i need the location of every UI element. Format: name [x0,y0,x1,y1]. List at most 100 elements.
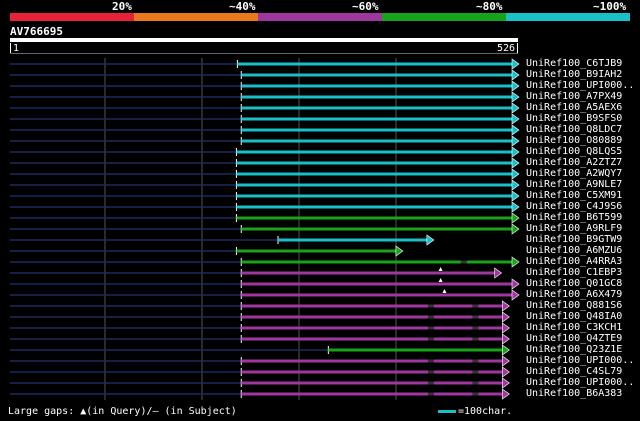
hit-row[interactable] [10,267,503,279]
hit-label[interactable]: UniRef100_B6A383 [526,388,622,399]
hit-arrow-head [511,113,520,125]
hit-arrow-head [511,201,520,213]
hit-arrow-head [502,311,510,323]
hit-label[interactable]: UniRef100_C5XM91 [526,190,622,201]
hit-label[interactable]: UniRef100_UPI000.. [526,377,634,388]
hit-row[interactable] [10,135,520,147]
hit-arrow-head [511,91,520,103]
hit-label[interactable]: UniRef100_B6T599 [526,212,622,223]
hit-arrow-head [395,245,404,257]
hit-arrow-head [511,212,520,224]
hit-row[interactable] [10,168,520,180]
hit-arrow-head [502,388,510,400]
scale-legend: =100char. [438,406,512,418]
hit-label[interactable]: UniRef100_A4RRA3 [526,256,622,267]
hit-row[interactable] [10,289,520,301]
hit-row[interactable] [10,102,520,114]
hit-row[interactable] [10,366,510,378]
hit-row[interactable] [10,80,520,92]
hit-row[interactable] [10,157,520,169]
hit-row[interactable] [10,212,520,224]
hit-arrow-head [511,223,520,235]
hit-row[interactable] [10,256,520,268]
hit-label[interactable]: UniRef100_C4SL79 [526,366,622,377]
hit-arrow-head [502,322,510,334]
hit-label[interactable]: UniRef100_Q881S6 [526,300,622,311]
hit-row[interactable] [10,355,510,367]
hit-row[interactable] [10,311,510,323]
hit-arrow-head [426,234,435,246]
hit-row[interactable] [10,113,520,125]
hit-row[interactable] [10,377,510,389]
hit-label[interactable]: UniRef100_Q01GC8 [526,278,622,289]
hit-arrow-head [511,124,520,136]
hit-label[interactable]: UniRef100_A9NLE7 [526,179,622,190]
hit-arrow-head [511,190,520,202]
hit-row[interactable] [10,322,510,334]
query-gap-mark [438,278,443,282]
hit-arrow-head [494,267,503,279]
hit-row[interactable] [10,333,510,345]
hit-label[interactable]: UniRef100_O80889 [526,135,622,146]
hit-label[interactable]: UniRef100_A6X479 [526,289,622,300]
hit-row[interactable] [10,388,510,400]
hit-label[interactable]: UniRef100_B9GTW9 [526,234,622,245]
query-gap-mark [438,267,443,271]
hit-arrow-head [511,256,520,268]
hit-arrow-head [511,135,520,147]
hit-label[interactable]: UniRef100_A6MZU6 [526,245,622,256]
hit-label[interactable]: UniRef100_A9RLF9 [526,223,622,234]
hit-label[interactable]: UniRef100_UPI000.. [526,80,634,91]
hit-arrow-head [511,179,520,191]
hit-row[interactable] [10,201,520,213]
hit-label[interactable]: UniRef100_Q8LDC7 [526,124,622,135]
hit-label[interactable]: UniRef100_A7PX49 [526,91,622,102]
scale-legend-line [438,409,456,413]
hit-label[interactable]: UniRef100_A5AEX6 [526,102,622,113]
hit-row[interactable] [10,58,520,70]
scale-legend-text: =100char. [458,406,513,417]
hit-row[interactable] [10,278,520,290]
hit-arrow-head [502,333,510,345]
hit-arrow-head [511,146,520,158]
hit-label[interactable]: UniRef100_B9SFS0 [526,113,622,124]
hit-arrow-head [502,377,510,389]
hit-label[interactable]: UniRef100_C6TJB9 [526,58,622,69]
hit-row[interactable] [10,124,520,136]
hit-label[interactable]: UniRef100_Q48IA0 [526,311,622,322]
hit-label[interactable]: UniRef100_A2ZTZ7 [526,157,622,168]
hit-arrow-head [511,289,520,301]
hit-label[interactable]: UniRef100_Q23Z1E [526,344,622,355]
hit-label[interactable]: UniRef100_C3KCH1 [526,322,622,333]
hit-label[interactable]: UniRef100_Q4ZTE9 [526,333,622,344]
hit-row[interactable] [10,223,520,235]
hit-arrow-head [511,58,520,70]
hit-label[interactable]: UniRef100_C1EBP3 [526,267,622,278]
hit-row[interactable] [10,190,520,202]
hit-row[interactable] [10,300,510,312]
hit-row[interactable] [10,146,520,158]
hit-label[interactable]: UniRef100_Q8LQS5 [526,146,622,157]
hit-arrow-head [511,278,520,290]
hit-label[interactable]: UniRef100_C4J9S6 [526,201,622,212]
hit-label[interactable]: UniRef100_UPI000.. [526,355,634,366]
hit-row[interactable] [10,69,520,81]
hit-row[interactable] [10,245,404,257]
query-gap-mark [442,289,447,293]
hit-label[interactable]: UniRef100_A2WQY7 [526,168,622,179]
hit-arrow-head [502,300,510,312]
hit-row[interactable] [10,91,520,103]
hit-arrow-head [502,344,510,356]
hit-row[interactable] [10,179,520,191]
gaps-legend: Large gaps: ▲(in Query)/– (in Subject) [8,406,237,417]
hit-arrow-head [511,80,520,92]
hit-label[interactable]: UniRef100_B9IAH2 [526,69,622,80]
hit-arrow-head [511,157,520,169]
hit-row[interactable] [10,234,435,246]
hit-arrow-head [511,69,520,81]
hit-row[interactable] [10,344,510,356]
hit-arrow-head [511,102,520,114]
hit-arrow-head [502,355,510,367]
hit-arrow-head [511,168,520,180]
hit-arrow-head [502,366,510,378]
